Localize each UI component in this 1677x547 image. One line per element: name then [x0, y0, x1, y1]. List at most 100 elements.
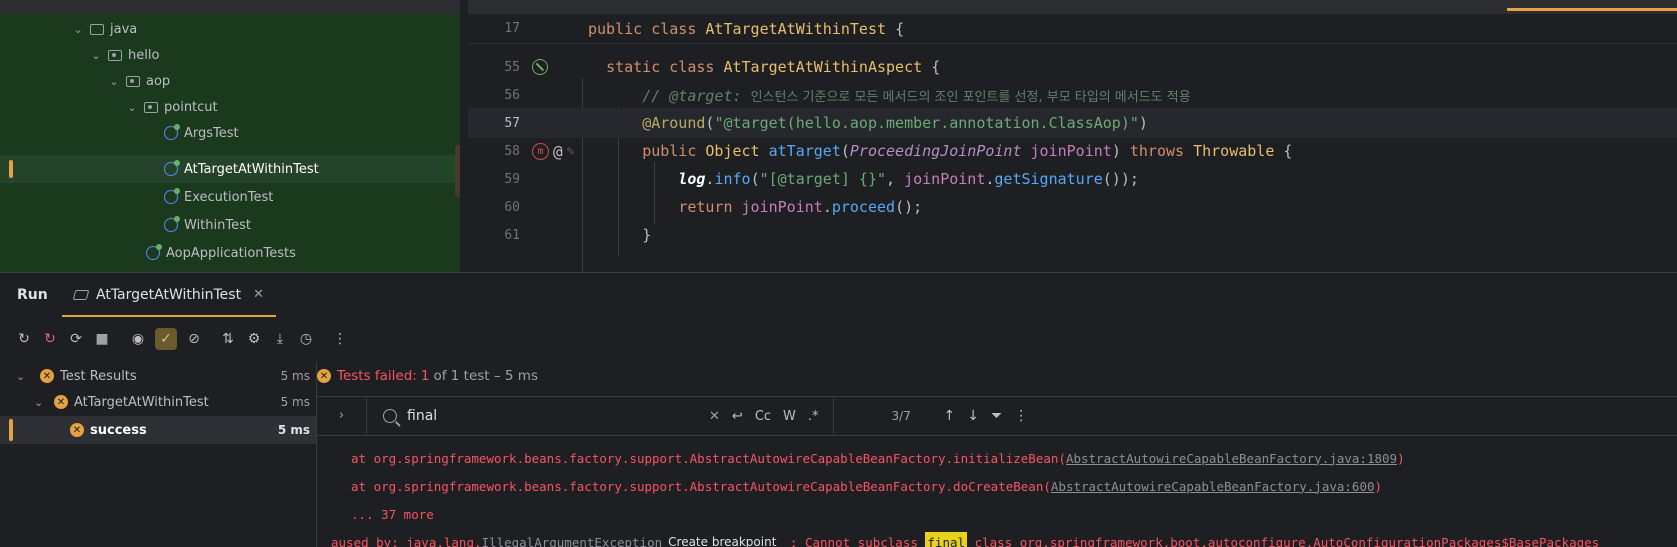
tree-item-aopapplicationtests[interactable]: AopApplicationTests	[0, 239, 460, 267]
search-input[interactable]	[407, 408, 697, 424]
show-passed-icon[interactable]: ✓	[155, 328, 177, 350]
chevron-down-icon[interactable]: ⌄	[124, 101, 140, 114]
code-line-55[interactable]: 55 static class AtTargetAtWithinAspect {	[468, 52, 1677, 82]
failed-icon: ✕	[317, 369, 331, 383]
tree-item-executiontest[interactable]: ExecutionTest	[0, 183, 460, 211]
tree-item-label: pointcut	[164, 99, 218, 115]
tree-scrollbar[interactable]	[455, 145, 460, 197]
line-number: 55	[504, 59, 520, 75]
keyword: public	[642, 142, 697, 160]
result-row-test-results[interactable]: ⌄ ✕ Test Results 5 ms	[0, 362, 316, 390]
stop-icon[interactable]: ■	[93, 330, 111, 348]
editor-progress-bar	[1507, 8, 1677, 11]
tree-item-attargetatwithintest[interactable]: AtTargetAtWithinTest	[0, 155, 460, 183]
run-toolbar: ↻ ↻ ⟳ ■ ◉ ✓ ⊘ ⇅ ⚙ ⤓ ◷ ⋮	[0, 316, 1677, 362]
expand-search-icon[interactable]: ›	[317, 396, 367, 436]
tree-item-aop[interactable]: ⌄ aop	[0, 67, 460, 95]
tree-item-java[interactable]: ⌄ java	[0, 15, 460, 43]
code-line-56[interactable]: 56 // @target: 인스턴스 기준으로 모든 메서드의 조인 포인트를…	[468, 80, 1677, 110]
new-line-icon[interactable]: ↩	[732, 409, 743, 424]
more-options-icon[interactable]: ⋮	[1014, 408, 1028, 424]
code-line-58[interactable]: 58 m @ ✎ public Object atTarget(Proceedi…	[468, 136, 1677, 166]
method-name: atTarget	[768, 142, 841, 160]
show-ignored-toggle-icon[interactable]: ⊘	[185, 330, 203, 348]
whole-words-toggle[interactable]: W	[783, 409, 796, 424]
tree-item-argstest[interactable]: ArgsTest	[0, 119, 460, 147]
run-tab[interactable]: AtTargetAtWithinTest ✕	[62, 273, 276, 317]
regex-toggle[interactable]: .*	[808, 409, 819, 424]
next-match-icon[interactable]: ↓	[967, 408, 979, 424]
result-row-class[interactable]: ⌄ ✕ AtTargetAtWithinTest 5 ms	[0, 388, 316, 416]
chevron-down-icon[interactable]: ⌄	[34, 396, 50, 409]
source-link[interactable]: AbstractAutowireCapableBeanFactory.java:…	[1066, 451, 1397, 466]
rerun-icon[interactable]: ↻	[15, 330, 33, 348]
stack-frame-end: )	[1374, 478, 1383, 494]
status-fail-label: Tests failed:	[337, 368, 417, 384]
sort-icon[interactable]: ⇅	[219, 330, 237, 348]
match-case-toggle[interactable]: Cc	[755, 409, 771, 424]
output-line[interactable]: at org.springframework.beans.factory.sup…	[351, 444, 1405, 472]
result-label: success	[90, 422, 147, 438]
chevron-down-icon[interactable]: ⌄	[106, 75, 122, 88]
line-number: 57	[504, 115, 520, 131]
code-line-61[interactable]: 61 }	[468, 220, 1677, 250]
caused-by-message-end: class org.springframework.boot.autoconfi…	[967, 534, 1600, 547]
result-time: 5 ms	[277, 423, 310, 437]
paren: (	[750, 170, 760, 188]
tree-item-withintest[interactable]: WithinTest	[0, 211, 460, 239]
chevron-down-icon[interactable]: ⌄	[16, 370, 32, 383]
output-line[interactable]: ... 37 more	[351, 500, 434, 528]
spring-aspect-icon[interactable]	[532, 59, 548, 75]
sticky-class-header[interactable]: 17 public class AtTargetAtWithinTest {	[468, 14, 1677, 44]
chevron-down-icon[interactable]: ⌄	[70, 23, 86, 36]
edit-icon[interactable]: ✎	[567, 144, 575, 159]
result-label: Test Results	[60, 368, 137, 384]
annotation-marker-icon[interactable]: @	[553, 142, 563, 161]
exception-link[interactable]: IllegalArgumentException	[482, 535, 663, 547]
brace: {	[931, 58, 941, 76]
close-icon[interactable]: ✕	[253, 287, 264, 302]
result-row-success[interactable]: ✕ success 5 ms	[0, 416, 316, 444]
create-breakpoint-button[interactable]: Create breakpoint	[668, 535, 776, 547]
stack-frame-end: )	[1397, 450, 1405, 466]
show-ignored-icon[interactable]: ◉	[129, 330, 147, 348]
code-editor[interactable]: 17 public class AtTargetAtWithinTest { 5…	[468, 0, 1677, 272]
code-line-60[interactable]: 60 return joinPoint.proceed();	[468, 192, 1677, 222]
code-line-57[interactable]: 57 @Around("@target(hello.aop.member.ann…	[468, 108, 1677, 138]
source-link[interactable]: AbstractAutowireCapableBeanFactory.java:…	[1051, 479, 1375, 494]
previous-match-icon[interactable]: ↑	[944, 408, 956, 424]
import-icon[interactable]: ⤓	[271, 330, 289, 348]
console-output[interactable]: ✕ Tests failed: 1 of 1 test – 5 ms › ✕ ↩…	[316, 362, 1677, 547]
package-icon	[144, 101, 158, 113]
toggle-auto-test-icon[interactable]: ⟳	[67, 330, 85, 348]
code-line-59[interactable]: 59 log.info("[@target] {}", joinPoint.ge…	[468, 164, 1677, 194]
tree-item-pointcut[interactable]: ⌄ pointcut	[0, 93, 460, 121]
line-number: 61	[504, 227, 520, 243]
variable: joinPoint	[904, 170, 986, 188]
history-icon[interactable]: ◷	[297, 330, 315, 348]
tree-item-hello[interactable]: ⌄ hello	[0, 41, 460, 69]
tree-item-label: WithinTest	[184, 217, 251, 233]
keyword: throws	[1129, 142, 1185, 160]
package-icon	[108, 49, 122, 61]
stack-frame: at org.springframework.beans.factory.sup…	[351, 478, 1051, 494]
clear-search-icon[interactable]: ✕	[709, 409, 720, 424]
string-literal: "[@target] {}"	[759, 170, 887, 188]
test-run-icon	[72, 289, 90, 300]
caused-by-line[interactable]: aused by: java.lang. IllegalArgumentExcep…	[331, 528, 1599, 547]
output-line[interactable]: at org.springframework.beans.factory.sup…	[351, 472, 1382, 500]
chevron-down-icon[interactable]: ⌄	[88, 49, 104, 62]
modified-marker	[9, 419, 13, 441]
filter-icon[interactable]: ⏷	[991, 408, 1002, 424]
method-call: proceed	[831, 198, 896, 216]
rerun-failed-icon[interactable]: ↻	[41, 330, 59, 348]
comment-text: 인스턴스 기준으로 모든 메서드의 조인 포인트를 선정, 부모 타입의 메서드…	[750, 89, 1191, 105]
search-icon[interactable]	[383, 409, 397, 423]
advice-marker-icon[interactable]: m	[532, 142, 549, 160]
call-end: ());	[1102, 170, 1139, 188]
filter-icon[interactable]: ⚙	[245, 330, 263, 348]
more-options-icon[interactable]: ⋮	[331, 330, 349, 348]
test-status: ✕ Tests failed: 1 of 1 test – 5 ms	[317, 362, 538, 390]
comma: ,	[886, 170, 905, 188]
run-panel-header: Run AtTargetAtWithinTest ✕	[0, 272, 1677, 317]
